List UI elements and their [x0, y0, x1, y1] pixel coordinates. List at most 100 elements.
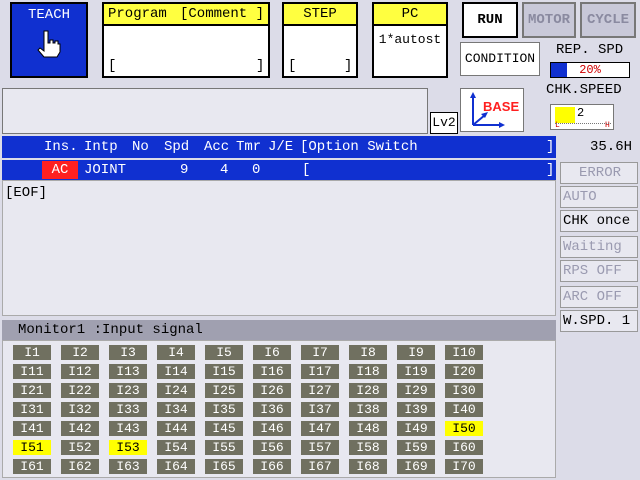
signal-i41: I41	[13, 421, 51, 436]
col-intp: Intp	[84, 139, 118, 155]
signal-i52: I52	[61, 440, 99, 455]
signal-i30: I30	[445, 383, 483, 398]
signal-i28: I28	[349, 383, 387, 398]
signal-i58: I58	[349, 440, 387, 455]
col-option-switch: [Option Switch	[300, 139, 418, 155]
col-option-close: ]	[546, 139, 555, 155]
signal-i47: I47	[301, 421, 339, 436]
signal-i6: I6	[253, 345, 291, 360]
signal-i4: I4	[157, 345, 195, 360]
signal-i22: I22	[61, 383, 99, 398]
pc-value: 1*autost	[378, 32, 442, 47]
signal-i67: I67	[301, 459, 339, 474]
signal-i42: I42	[61, 421, 99, 436]
col-ins: Ins.	[44, 139, 78, 155]
signal-i43: I43	[109, 421, 147, 436]
row-intp-value: JOINT	[84, 162, 127, 178]
signal-i51: I51	[13, 440, 51, 455]
signal-i35: I35	[205, 402, 243, 417]
signal-i46: I46	[253, 421, 291, 436]
pc-header-label: PC	[374, 4, 446, 26]
col-je: J/E	[268, 139, 294, 155]
signal-i16: I16	[253, 364, 291, 379]
run-button[interactable]: RUN	[462, 2, 518, 38]
signal-i15: I15	[205, 364, 243, 379]
signal-i68: I68	[349, 459, 387, 474]
signal-i55: I55	[205, 440, 243, 455]
program-panel[interactable]: Program [Comment ] [ ]	[102, 2, 270, 78]
signal-i21: I21	[13, 383, 51, 398]
base-coordinate-button[interactable]: BASE	[460, 88, 524, 132]
row-option-close: ]	[546, 162, 555, 178]
program-header-label: Program	[108, 6, 167, 22]
row-ins-value: AC	[42, 161, 78, 179]
signal-i3: I3	[109, 345, 147, 360]
chk-once-button[interactable]: CHK once	[560, 210, 638, 232]
row-option-open: [	[302, 162, 311, 178]
signal-i29: I29	[397, 383, 435, 398]
program-step-row[interactable]: AC JOINT 9 4 0 [ ]	[2, 160, 556, 180]
teach-label: TEACH	[27, 7, 70, 23]
program-bracket-left: [	[108, 58, 117, 74]
program-table-header: Ins. Intp No Spd Acc Tmr J/E [Option Swi…	[2, 136, 556, 158]
signal-i64: I64	[157, 459, 195, 474]
rep-spd-label: REP. SPD	[556, 42, 624, 58]
motor-button[interactable]: MOTOR	[522, 2, 576, 38]
pc-panel[interactable]: PC 1*autost	[372, 2, 448, 78]
teach-mode-button[interactable]: TEACH	[10, 2, 88, 78]
arc-off-button[interactable]: ARC OFF	[560, 286, 638, 308]
signal-i57: I57	[301, 440, 339, 455]
col-spd: Spd	[164, 139, 190, 155]
signal-i10: I10	[445, 345, 483, 360]
chk-speed-selector[interactable]: 2 L H	[550, 104, 614, 130]
signal-i33: I33	[109, 402, 147, 417]
signal-i1: I1	[13, 345, 51, 360]
signal-i11: I11	[13, 364, 51, 379]
col-acc: Acc	[204, 139, 230, 155]
wspd-button[interactable]: W.SPD. 1	[560, 310, 638, 332]
signal-i45: I45	[205, 421, 243, 436]
level-indicator[interactable]: Lv2	[430, 112, 458, 134]
cycle-button[interactable]: CYCLE	[580, 2, 636, 38]
signal-i38: I38	[349, 402, 387, 417]
signal-i20: I20	[445, 364, 483, 379]
signal-i24: I24	[157, 383, 195, 398]
monitor-signal-grid: I1 I2 I3 I4 I5 I6 I7 I8 I9 I10 I11 I12 I13 I14 I15 I16 I…	[2, 340, 556, 478]
row-spd-value: 9	[180, 162, 189, 178]
signal-i56: I56	[253, 440, 291, 455]
row-tmr-value: 0	[252, 162, 261, 178]
signal-i63: I63	[109, 459, 147, 474]
signal-i69: I69	[397, 459, 435, 474]
chk-speed-scale	[555, 123, 611, 124]
signal-i65: I65	[205, 459, 243, 474]
signal-i2: I2	[61, 345, 99, 360]
signal-i62: I62	[61, 459, 99, 474]
step-panel[interactable]: STEP [ ]	[282, 2, 358, 78]
condition-button[interactable]: CONDITION	[460, 42, 540, 76]
program-bracket-right: ]	[256, 58, 265, 74]
row-acc-value: 4	[220, 162, 229, 178]
signal-i7: I7	[301, 345, 339, 360]
signal-i53: I53	[109, 440, 147, 455]
signal-i13: I13	[109, 364, 147, 379]
signal-i39: I39	[397, 402, 435, 417]
signal-i17: I17	[301, 364, 339, 379]
auto-button[interactable]: AUTO	[560, 186, 638, 208]
signal-i61: I61	[13, 459, 51, 474]
error-button[interactable]: ERROR	[560, 162, 638, 184]
eof-marker: [EOF]	[5, 185, 48, 201]
comment-header-label: [Comment ]	[179, 6, 264, 22]
signal-i19: I19	[397, 364, 435, 379]
program-body[interactable]: [EOF]	[2, 180, 556, 316]
signal-i8: I8	[349, 345, 387, 360]
signal-i31: I31	[13, 402, 51, 417]
signal-i34: I34	[157, 402, 195, 417]
rep-spd-gauge[interactable]: 20%	[550, 62, 630, 78]
signal-i49: I49	[397, 421, 435, 436]
signal-i37: I37	[301, 402, 339, 417]
col-no: No	[132, 139, 149, 155]
rps-off-button[interactable]: RPS OFF	[560, 260, 638, 282]
waiting-button[interactable]: Waiting	[560, 236, 638, 258]
signal-i66: I66	[253, 459, 291, 474]
signal-i54: I54	[157, 440, 195, 455]
